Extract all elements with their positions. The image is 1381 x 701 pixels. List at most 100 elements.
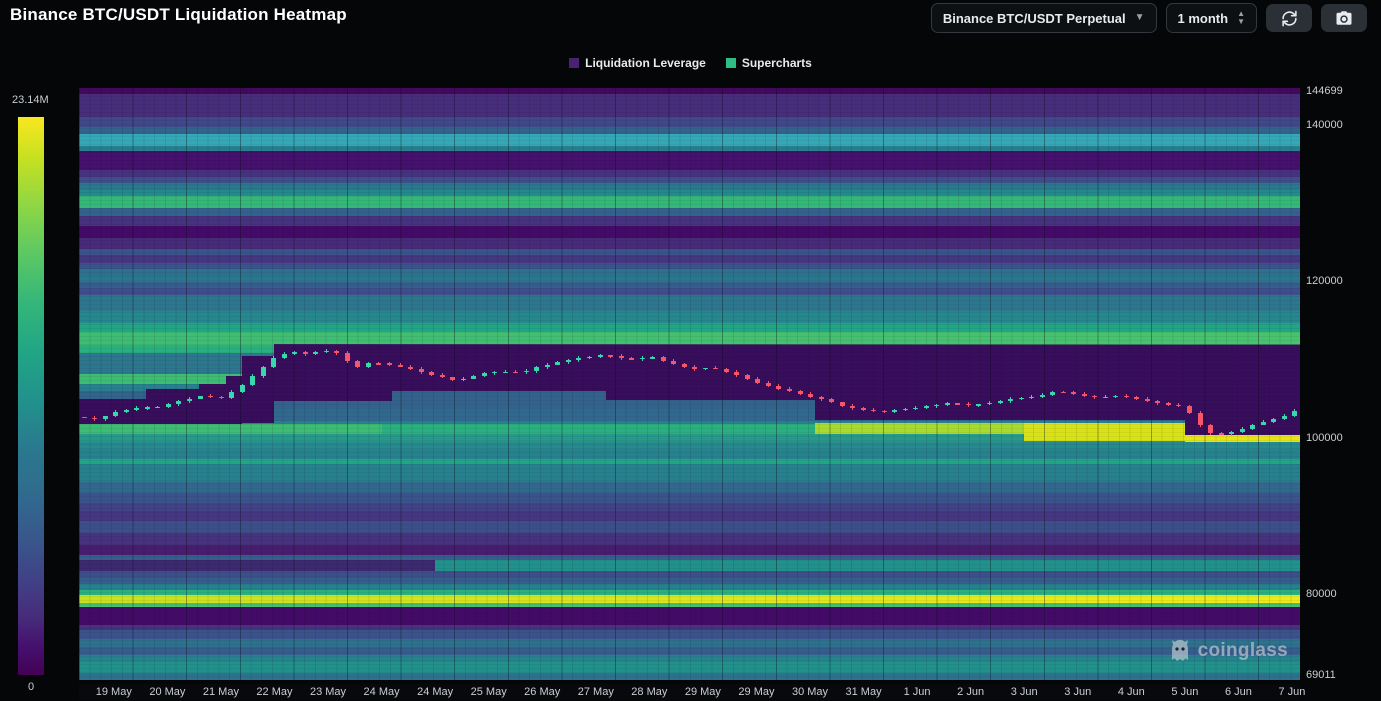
- candle-body: [892, 410, 897, 411]
- date-axis-label: 21 May: [203, 686, 239, 698]
- date-axis-label: 4 Jun: [1118, 686, 1145, 698]
- candle-body: [1155, 401, 1160, 403]
- watermark-text: coinglass: [1198, 640, 1288, 662]
- date-axis-label: 20 May: [149, 686, 185, 698]
- range-select-value: 1 month: [1178, 11, 1229, 26]
- candle-body: [840, 402, 845, 405]
- date-axis-label: 25 May: [471, 686, 507, 698]
- date-axis-label: 22 May: [256, 686, 292, 698]
- candle-body: [1113, 396, 1118, 397]
- candle-body: [1198, 413, 1203, 425]
- liquidation-heatmap-app: Binance BTC/USDT Liquidation Heatmap Bin…: [0, 0, 1381, 701]
- candle-body: [387, 363, 392, 364]
- candle-body: [787, 389, 792, 392]
- candle-body: [808, 394, 813, 397]
- price-axis-label: 140000: [1306, 119, 1343, 131]
- candle-body: [261, 367, 266, 376]
- candle-body: [998, 401, 1003, 403]
- candle-body: [913, 408, 918, 409]
- candle-body: [566, 360, 571, 362]
- candle-body: [755, 379, 760, 383]
- date-axis-label: 29 May: [685, 686, 721, 698]
- candle-body: [829, 399, 834, 402]
- candle-body: [1124, 396, 1129, 397]
- candle-body: [1008, 399, 1013, 401]
- symbol-select[interactable]: Binance BTC/USDT Perpetual ▼: [931, 3, 1157, 33]
- date-axis-label: 7 Jun: [1278, 686, 1305, 698]
- price-axis-label: 144699: [1306, 85, 1343, 97]
- candle-body: [819, 397, 824, 400]
- date-axis-label: 5 Jun: [1171, 686, 1198, 698]
- candle-body: [408, 367, 413, 369]
- range-select[interactable]: 1 month ▲▼: [1166, 3, 1257, 33]
- candle-body: [545, 365, 550, 368]
- coinglass-ghost-logo-icon: [1169, 638, 1191, 664]
- date-axis-label: 2 Jun: [957, 686, 984, 698]
- candle-body: [187, 399, 192, 402]
- candle-body: [282, 354, 287, 358]
- candle-body: [850, 406, 855, 408]
- date-axis-label: 27 May: [578, 686, 614, 698]
- candle-body: [587, 357, 592, 359]
- candle-body: [976, 404, 981, 405]
- date-axis-label: 1 Jun: [904, 686, 931, 698]
- candle-body: [598, 355, 603, 356]
- chart-legend: Liquidation Leverage Supercharts: [0, 56, 1381, 70]
- candle-body: [124, 410, 129, 412]
- date-axis-label: 6 Jun: [1225, 686, 1252, 698]
- date-axis-label: 3 Jun: [1011, 686, 1038, 698]
- candle-body: [250, 376, 255, 385]
- date-axis-label: 30 May: [792, 686, 828, 698]
- colorbar-min-label: 0: [18, 681, 44, 693]
- candle-body: [513, 372, 518, 373]
- candle-body: [608, 355, 613, 356]
- stepper-icon: ▲▼: [1237, 11, 1245, 25]
- colorbar: [18, 117, 44, 675]
- candle-body: [1029, 397, 1034, 398]
- date-axis-label: 23 May: [310, 686, 346, 698]
- candle-body: [103, 416, 108, 419]
- candle-body: [440, 375, 445, 378]
- price-axis-label: 120000: [1306, 275, 1343, 287]
- candle-body: [945, 403, 950, 405]
- date-axis-label: 28 May: [631, 686, 667, 698]
- candle-body: [219, 397, 224, 398]
- candle-body: [682, 364, 687, 367]
- candle-body: [450, 377, 455, 379]
- candle-body: [724, 369, 729, 372]
- candle-body: [1019, 398, 1024, 399]
- legend-swatch: [569, 58, 579, 68]
- candle-body: [419, 369, 424, 372]
- candle-body: [1040, 395, 1045, 397]
- legend-item-liquidation-leverage[interactable]: Liquidation Leverage: [569, 56, 706, 70]
- candle-body: [1240, 429, 1245, 432]
- heatmap-plot-area[interactable]: coinglass: [79, 88, 1300, 680]
- candle-body: [1208, 425, 1213, 433]
- price-axis-label: 100000: [1306, 432, 1343, 444]
- candle-body: [671, 361, 676, 364]
- candle-body: [1261, 422, 1266, 425]
- refresh-button[interactable]: [1266, 4, 1312, 32]
- candle-body: [776, 386, 781, 389]
- header-controls: Binance BTC/USDT Perpetual ▼ 1 month ▲▼: [931, 3, 1367, 33]
- candle-body: [376, 363, 381, 364]
- legend-item-supercharts[interactable]: Supercharts: [726, 56, 812, 70]
- candle-body: [471, 376, 476, 379]
- candle-body: [1050, 392, 1055, 394]
- candle-body: [650, 357, 655, 358]
- legend-label: Liquidation Leverage: [585, 56, 706, 70]
- symbol-select-value: Binance BTC/USDT Perpetual: [943, 11, 1126, 26]
- camera-button[interactable]: [1321, 4, 1367, 32]
- candle-body: [334, 351, 339, 353]
- candle-body: [576, 358, 581, 360]
- camera-icon: [1335, 9, 1353, 27]
- candle-body: [1282, 416, 1287, 419]
- candle-body: [1250, 425, 1255, 429]
- candle-body: [345, 353, 350, 361]
- candle-body: [198, 396, 203, 399]
- refresh-icon: [1281, 10, 1298, 27]
- date-axis-label: 3 Jun: [1064, 686, 1091, 698]
- candle-body: [366, 363, 371, 367]
- date-axis-label: 26 May: [524, 686, 560, 698]
- chevron-down-icon: ▼: [1135, 13, 1145, 23]
